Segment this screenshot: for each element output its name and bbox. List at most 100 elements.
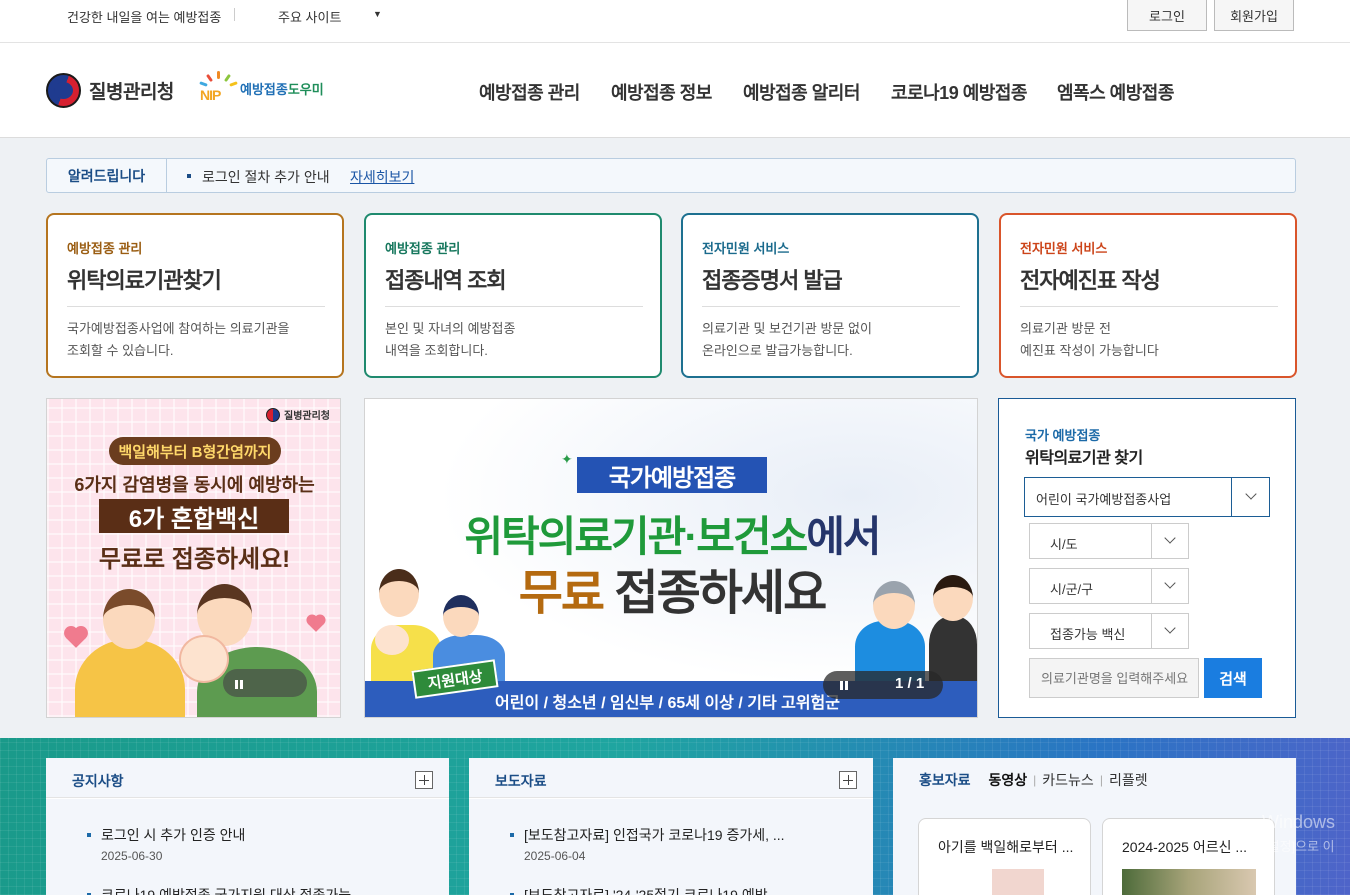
tab-separator: | [1099, 773, 1103, 787]
clinic-name-input[interactable] [1029, 658, 1199, 698]
divider [702, 306, 960, 307]
banner-subline: 무료로 접종하세요! [98, 546, 291, 573]
chevron-down-icon [1164, 532, 1176, 544]
pr-panel: 홍보자료 동영상 | 카드뉴스 | 리플렛 아기를 백일해로부터 ... 202… [893, 758, 1296, 895]
pr-video-card[interactable]: 아기를 백일해로부터 ... [918, 818, 1091, 895]
list-item-date: 2025-06-30 [101, 849, 163, 863]
mother-illustration [75, 639, 185, 717]
sigungu-select-value: 시/군/구 [1050, 582, 1094, 597]
card-vaccination-history[interactable]: 예방접종 관리 접종내역 조회 본인 및 자녀의 예방접종 내역을 조회합니다. [364, 213, 662, 378]
card-desc-line: 국가예방접종사업에 참여하는 의료기관을 [67, 321, 290, 336]
tab-video[interactable]: 동영상 [989, 770, 1028, 790]
windows-activation-watermark: Windows [1262, 812, 1336, 832]
card-desc-line: 내역을 조회합니다. [385, 343, 488, 358]
card-category: 예방접종 관리 [385, 241, 461, 256]
chevron-down-icon [1245, 488, 1257, 500]
nip-sun-icon: NIP [199, 71, 238, 105]
search-title: 위탁의료기관 찾기 [1025, 450, 1143, 467]
target-groups: 어린이 / 청소년 / 임신부 / 65세 이상 / 기타 고위험군 [495, 695, 840, 712]
banner-tag: 국가예방접종 [577, 457, 767, 493]
sigungu-select[interactable]: 시/군/구 [1029, 568, 1189, 604]
pr-video-card[interactable]: 2024-2025 어르신 ... [1102, 818, 1275, 895]
card-desc-line: 예진표 작성이 가능합니다 [1020, 343, 1159, 358]
sun-ray [217, 71, 220, 79]
tab-card-news[interactable]: 카드뉴스 [1042, 770, 1094, 790]
bullet [187, 174, 191, 178]
taegeuk-emblem-icon [46, 73, 81, 108]
card-category: 예방접종 관리 [67, 241, 143, 256]
kdca-logo[interactable]: 질병관리청 [46, 73, 174, 108]
more-plus-icon[interactable] [415, 771, 433, 789]
free-vaccination-banner[interactable]: ✦ 국가예방접종 위탁의료기관·보건소에서 무료 접종하세요 어린이 / 청소년… [364, 398, 978, 718]
nav-covid19-vaccination[interactable]: 코로나19 예방접종 [891, 79, 1027, 105]
kdca-mini-logo: 질병관리청 [266, 407, 330, 422]
vaccine-select[interactable]: 접종가능 백신 [1029, 613, 1189, 649]
notice-detail-link[interactable]: 자세히보기 [350, 167, 414, 187]
nip-name-b: 도우미 [287, 81, 324, 97]
card-find-clinic[interactable]: 예방접종 관리 위탁의료기관찾기 국가예방접종사업에 참여하는 의료기관을 조회할… [46, 213, 344, 378]
utility-bar: 건강한 내일을 여는 예방접종 주요 사이트 ▼ 로그인 회원가입 [0, 0, 1350, 43]
panel-title: 공지사항 [72, 773, 124, 789]
taegeuk-emblem-icon [266, 407, 280, 422]
bullet [510, 833, 514, 837]
student-head-illustration [933, 575, 973, 621]
sido-select-value: 시/도 [1050, 537, 1078, 552]
heart-icon [66, 628, 86, 648]
divider [1151, 569, 1152, 603]
card-description: 의료기관 및 보건기관 방문 없이 온라인으로 발급가능합니다. [702, 318, 962, 362]
card-e-prescreening[interactable]: 전자민원 서비스 전자예진표 작성 의료기관 방문 전 예진표 작성이 가능합니다 [999, 213, 1297, 378]
search-subtitle: 국가 예방접종 [1025, 428, 1101, 443]
panel-header: 보도자료 [469, 758, 873, 798]
carousel-page-indicator: 1 / 1 [895, 675, 925, 692]
notice-label: 알려드립니다 [47, 159, 167, 192]
hexavalent-vaccine-banner[interactable]: 질병관리청 백일해부터 B형간염까지 6가지 감염병을 동시에 예방하는 6가 … [46, 398, 341, 718]
vaccine-select-value: 접종가능 백신 [1050, 627, 1126, 642]
search-button[interactable]: 검색 [1204, 658, 1262, 698]
list-item-title[interactable]: 코로나19 예방접종 국가지원 대상 접종가능 [101, 885, 401, 895]
tab-leaflet[interactable]: 리플렛 [1109, 770, 1148, 790]
nav-vaccination-info[interactable]: 예방접종 정보 [611, 79, 712, 105]
card-description: 본인 및 자녀의 예방접종내역을 조회합니다. [385, 318, 645, 362]
card-desc-line: 의료기관 및 보건기관 방문 없이 [702, 321, 872, 336]
divider [234, 8, 235, 21]
signup-button[interactable]: 회원가입 [1214, 0, 1294, 31]
sido-select[interactable]: 시/도 [1029, 523, 1189, 559]
list-item-title[interactable]: 로그인 시 추가 인증 안내 [101, 825, 245, 845]
baby-illustration [375, 625, 409, 655]
major-sites-select[interactable]: 주요 사이트 [278, 7, 341, 26]
pause-icon[interactable] [235, 680, 243, 689]
chevron-down-icon [1164, 577, 1176, 589]
card-category: 전자민원 서비스 [702, 241, 790, 256]
program-select-value: 어린이 국가예방접종사업 [1036, 492, 1172, 507]
parent-head-illustration [379, 569, 419, 617]
card-desc-line: 본인 및 자녀의 예방접종 [385, 321, 516, 336]
banner-headline: 6가지 감염병을 동시에 예방하는 [74, 475, 315, 495]
panel-header: 공지사항 [46, 758, 449, 798]
site-tagline: 건강한 내일을 여는 예방접종 [67, 10, 222, 25]
card-title: 접종증명서 발급 [702, 268, 843, 293]
nav-mpox-vaccination[interactable]: 엠폭스 예방접종 [1057, 79, 1174, 105]
card-title: 전자예진표 작성 [1020, 268, 1161, 293]
bullet [87, 833, 91, 837]
heart-icon [308, 616, 324, 632]
elder-head-illustration [873, 581, 915, 629]
windows-activation-hint: [설정]으로 이 [1264, 839, 1335, 854]
pr-panel-title: 홍보자료 [919, 772, 971, 788]
nav-vaccination-alerts[interactable]: 예방접종 알리터 [743, 79, 860, 105]
divider [1020, 306, 1278, 307]
card-desc-line: 조회할 수 있습니다. [67, 343, 174, 358]
list-item-title[interactable]: [보도참고자료] '24-'25절기 코로나19 예방 [524, 885, 824, 895]
nip-logo[interactable]: NIP 예방접종도우미 [199, 71, 324, 105]
card-certificate-issue[interactable]: 전자민원 서비스 접종증명서 발급 의료기관 및 보건기관 방문 없이 온라인으로… [681, 213, 979, 378]
program-select[interactable]: 어린이 국가예방접종사업 [1024, 477, 1270, 517]
pause-icon[interactable] [840, 681, 848, 690]
list-item-title[interactable]: [보도참고자료] 인접국가 코로나19 증가세, ... [524, 825, 824, 845]
caret-down-icon[interactable]: ▼ [373, 9, 382, 19]
nav-vaccination-management[interactable]: 예방접종 관리 [479, 79, 580, 105]
notice-text[interactable]: 로그인 절차 추가 안내 [202, 167, 330, 187]
more-plus-icon[interactable] [839, 771, 857, 789]
pr-tabs: 홍보자료 동영상 | 카드뉴스 | 리플렛 [919, 770, 1148, 790]
baby-illustration [179, 635, 229, 683]
panel-body: 로그인 시 추가 인증 안내 2025-06-30 코로나19 예방접종 국가지… [46, 799, 449, 895]
login-button[interactable]: 로그인 [1127, 0, 1207, 31]
